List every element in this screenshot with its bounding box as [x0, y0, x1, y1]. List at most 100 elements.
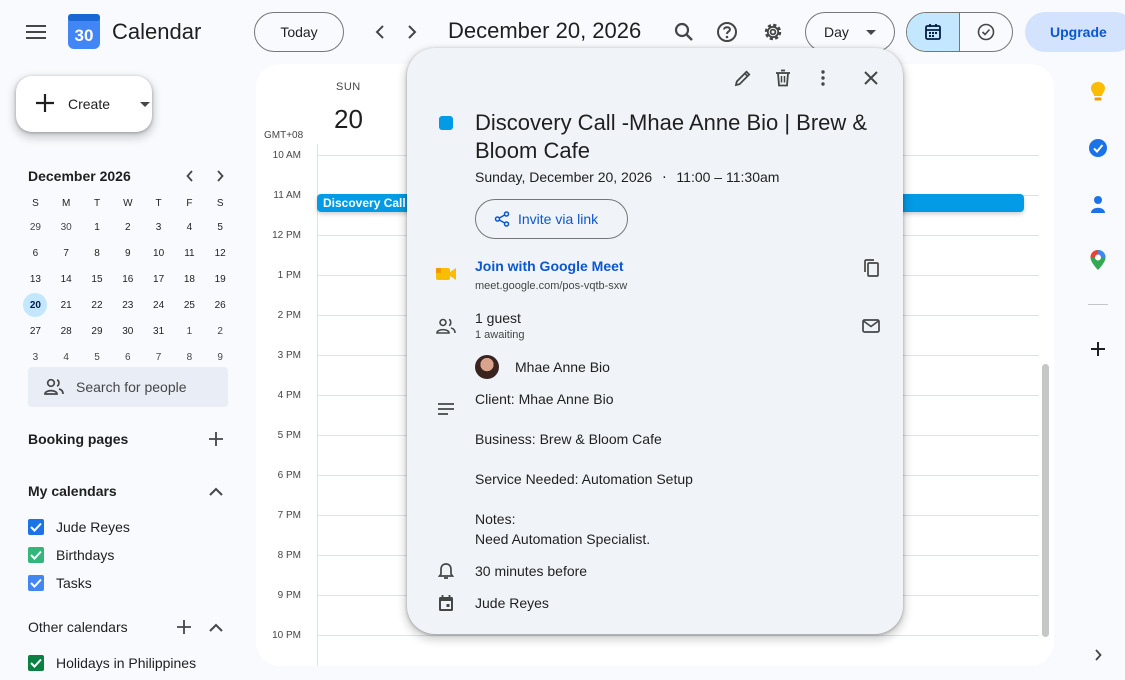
mini-calendar-day[interactable]: 26 [205, 292, 236, 318]
create-button[interactable]: Create [16, 76, 152, 132]
mini-calendar-day-number: 14 [60, 273, 72, 285]
booking-pages-label: Booking pages [28, 431, 129, 447]
add-addon-plus-icon[interactable] [1086, 337, 1110, 361]
calendar-item-jude-reyes[interactable]: Jude Reyes [28, 517, 130, 537]
mini-calendar-day[interactable]: 31 [143, 318, 174, 344]
calendar-item-holidays[interactable]: Holidays in Philippines [28, 653, 196, 673]
close-icon[interactable] [857, 64, 885, 92]
mini-calendar-day[interactable]: 14 [51, 266, 82, 292]
mini-calendar-day[interactable]: 12 [205, 240, 236, 266]
mini-calendar-day[interactable]: 19 [205, 266, 236, 292]
mini-calendar-day[interactable]: 13 [20, 266, 51, 292]
expand-side-panel-chevron-icon[interactable] [1086, 643, 1110, 667]
delete-trash-icon[interactable] [769, 64, 797, 92]
mini-calendar-day-number: 17 [153, 273, 165, 285]
checkbox-icon[interactable] [28, 575, 44, 591]
mini-calendar-day[interactable]: 4 [174, 214, 205, 240]
collapse-chevron-icon[interactable] [204, 615, 228, 639]
day-of-week-label: SUN [336, 81, 361, 93]
search-icon[interactable] [668, 16, 700, 48]
join-meet-link[interactable]: Join with Google Meet [475, 258, 624, 274]
main-menu-icon[interactable] [20, 16, 52, 48]
mini-calendar-day[interactable]: 16 [112, 266, 143, 292]
mini-calendar-day[interactable]: 29 [20, 214, 51, 240]
email-guests-icon[interactable] [857, 312, 885, 340]
mini-calendar-day[interactable]: 30 [112, 318, 143, 344]
mini-calendar-day[interactable]: 1 [174, 318, 205, 344]
more-options-icon[interactable] [809, 64, 837, 92]
mini-calendar-day-number: 26 [214, 299, 226, 311]
my-calendars-label[interactable]: My calendars [28, 483, 117, 499]
mini-calendar-day[interactable]: 27 [20, 318, 51, 344]
day-number[interactable]: 20 [334, 104, 363, 135]
mini-calendar-day[interactable]: 6 [20, 240, 51, 266]
guest-avatar[interactable] [475, 355, 499, 379]
mini-calendar-day[interactable]: 28 [51, 318, 82, 344]
calendar-view-toggle-icon[interactable] [907, 13, 960, 51]
mini-calendar-day[interactable]: 18 [174, 266, 205, 292]
hour-label: 9 PM [277, 590, 301, 601]
mini-calendar-day[interactable]: 23 [112, 292, 143, 318]
calendar-logo-icon[interactable]: 30 [68, 14, 100, 49]
settings-gear-icon[interactable] [757, 16, 789, 48]
mini-calendar-next-icon[interactable] [210, 166, 230, 186]
event-color-swatch [439, 116, 453, 130]
mini-calendar-day-number: 6 [125, 351, 131, 363]
other-calendars-label[interactable]: Other calendars [28, 619, 128, 635]
checkbox-icon[interactable] [28, 547, 44, 563]
mini-calendar-day[interactable]: 22 [82, 292, 113, 318]
mini-calendar-day[interactable]: 3 [143, 214, 174, 240]
description-notes: Need Automation Specialist. [475, 531, 651, 547]
checkbox-icon[interactable] [28, 519, 44, 535]
mini-calendar-day[interactable]: 21 [51, 292, 82, 318]
add-other-calendar-icon[interactable] [172, 615, 196, 639]
help-icon[interactable] [711, 16, 743, 48]
mini-calendar-prev-icon[interactable] [180, 166, 200, 186]
mini-calendar-day[interactable]: 29 [82, 318, 113, 344]
mini-calendar-day[interactable]: 25 [174, 292, 205, 318]
mini-calendar-day[interactable]: 30 [51, 214, 82, 240]
upgrade-button[interactable]: Upgrade [1025, 12, 1125, 52]
edit-pencil-icon[interactable] [729, 64, 757, 92]
mini-calendar-day[interactable]: 10 [143, 240, 174, 266]
maps-pin-icon[interactable] [1086, 248, 1110, 272]
mini-calendar-day-number: 4 [63, 351, 69, 363]
scrollbar-thumb[interactable] [1042, 364, 1049, 637]
guest-count: 1 guest [475, 310, 521, 326]
mini-calendar-day-number: 1 [186, 325, 193, 337]
mini-calendar-day[interactable]: 7 [51, 240, 82, 266]
mini-calendar-day[interactable]: 24 [143, 292, 174, 318]
google-meet-icon [434, 262, 458, 286]
add-booking-page-icon[interactable] [204, 427, 228, 451]
event-time: 11:00 – 11:30am [676, 169, 780, 185]
event-datetime: Sunday, December 20, 2026 ⋅ 11:00 – 11:3… [475, 169, 779, 186]
invite-via-link-button[interactable]: Invite via link [475, 199, 628, 239]
calendar-item-birthdays[interactable]: Birthdays [28, 545, 114, 565]
mini-calendar-day[interactable]: 1 [82, 214, 113, 240]
description-business: Business: Brew & Bloom Cafe [475, 431, 662, 447]
mini-calendar-day[interactable]: 2 [205, 318, 236, 344]
mini-calendar-day[interactable]: 11 [174, 240, 205, 266]
copy-link-icon[interactable] [857, 254, 885, 282]
tasks-check-icon[interactable] [1086, 136, 1110, 160]
mini-calendar-day-number: 10 [153, 247, 165, 259]
contacts-person-icon[interactable] [1086, 192, 1110, 216]
mini-calendar-day[interactable]: 15 [82, 266, 113, 292]
search-people-input[interactable]: Search for people [28, 367, 228, 407]
mini-calendar-day-selected[interactable]: 20 [20, 292, 51, 318]
view-selector[interactable]: Day [805, 12, 895, 52]
next-period-icon[interactable] [398, 18, 426, 46]
mini-calendar-day[interactable]: 8 [82, 240, 113, 266]
tasks-view-toggle-icon[interactable] [960, 13, 1012, 51]
mini-calendar-day[interactable]: 2 [112, 214, 143, 240]
keep-bulb-icon[interactable] [1086, 80, 1110, 104]
mini-calendar-day[interactable]: 9 [112, 240, 143, 266]
mini-calendar-day[interactable]: 17 [143, 266, 174, 292]
today-button[interactable]: Today [254, 12, 344, 52]
collapse-chevron-icon[interactable] [204, 479, 228, 503]
previous-period-icon[interactable] [366, 18, 394, 46]
checkbox-icon[interactable] [28, 655, 44, 671]
mini-calendar-weekday: M [62, 197, 71, 209]
mini-calendar-day[interactable]: 5 [205, 214, 236, 240]
calendar-item-tasks[interactable]: Tasks [28, 573, 92, 593]
